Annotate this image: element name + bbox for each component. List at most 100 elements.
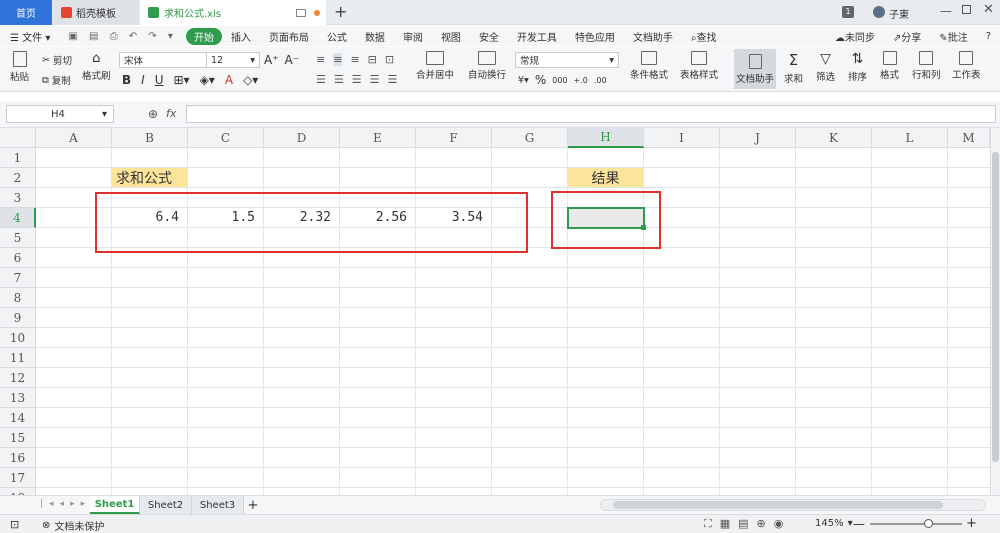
zoom-slider-knob[interactable] — [924, 519, 933, 528]
horizontal-scroll-thumb[interactable] — [613, 501, 943, 509]
orientation-icon[interactable]: ⊟ — [368, 53, 377, 66]
zoom-in-icon[interactable]: + — [966, 516, 977, 531]
menu-doc-assistant[interactable]: 文档助手 — [624, 29, 682, 44]
column-header-i[interactable]: I — [644, 128, 720, 148]
row-header-7[interactable]: 7 — [0, 268, 36, 288]
help-button[interactable]: ? — [977, 31, 1000, 42]
row-header-4[interactable]: 4 — [0, 208, 36, 228]
sheet-tab-3[interactable]: Sheet3 — [192, 496, 244, 514]
formula-input[interactable] — [186, 105, 996, 123]
status-view-icon[interactable]: ⊡ — [10, 518, 19, 531]
paste-button[interactable]: 粘贴 — [10, 51, 29, 83]
menu-developer[interactable]: 开发工具 — [508, 29, 566, 44]
column-header-b[interactable]: B — [112, 128, 188, 148]
font-shrink-icon[interactable]: A⁻ — [285, 53, 300, 67]
cut-button[interactable]: ✂ 剪切 — [42, 53, 72, 68]
tab-file[interactable]: 求和公式.xls — [140, 0, 326, 25]
row-col-button[interactable]: 行和列 — [912, 51, 941, 81]
tab-home[interactable]: 首页 — [0, 0, 52, 25]
row-header-14[interactable]: 14 — [0, 408, 36, 428]
bold-icon[interactable]: B — [122, 73, 131, 87]
format-painter-button[interactable]: ⌂ 格式刷 — [82, 51, 111, 82]
horizontal-scrollbar[interactable] — [600, 499, 986, 511]
column-header-e[interactable]: E — [340, 128, 416, 148]
new-tab-button[interactable]: + — [334, 2, 347, 21]
tab-docer-templates[interactable]: 稻壳模板 — [53, 0, 139, 25]
column-header-d[interactable]: D — [264, 128, 340, 148]
sheet-tab-2[interactable]: Sheet2 — [140, 496, 192, 514]
select-all-corner[interactable] — [0, 128, 36, 148]
copy-button[interactable]: ⧉ 复制 — [42, 73, 71, 88]
row-header-2[interactable]: 2 — [0, 168, 36, 188]
align-top-icon[interactable]: ≡ — [316, 53, 325, 66]
font-color-icon[interactable]: A — [225, 73, 233, 87]
menu-security[interactable]: 安全 — [470, 29, 508, 44]
indent-icon[interactable]: ⊡ — [385, 53, 394, 66]
share-button[interactable]: ⇗分享 — [884, 29, 930, 44]
align-left-icon[interactable]: ☰ — [316, 73, 326, 86]
restore-icon[interactable] — [962, 5, 971, 14]
italic-icon[interactable]: I — [141, 73, 145, 87]
column-header-h[interactable]: H — [568, 128, 644, 148]
format-button[interactable]: 格式 — [880, 51, 899, 81]
decimal-increase-button[interactable]: +.0 — [574, 76, 588, 85]
row-header-8[interactable]: 8 — [0, 288, 36, 308]
merge-center-button[interactable]: 合并居中 — [416, 51, 454, 81]
currency-icon[interactable]: ¥▾ — [518, 75, 529, 86]
column-header-a[interactable]: A — [36, 128, 112, 148]
align-bottom-icon[interactable]: ≡ — [350, 53, 359, 66]
sync-status[interactable]: ☁未同步 — [826, 29, 884, 44]
row-header-6[interactable]: 6 — [0, 248, 36, 268]
percent-button[interactable]: % — [535, 73, 546, 87]
menu-search[interactable]: ⌕查找 — [682, 29, 726, 44]
distribute-icon[interactable]: ☰ — [388, 73, 398, 86]
quick-access-icons[interactable]: ▣ ▤ ⎙ ↶ ↷ ▾ — [59, 31, 186, 42]
menu-home[interactable]: 开始 — [185, 27, 222, 45]
column-header-c[interactable]: C — [188, 128, 264, 148]
zoom-out-icon[interactable]: — — [853, 517, 865, 531]
align-right-icon[interactable]: ☰ — [352, 73, 362, 86]
sum-button[interactable]: Σ 求和 — [784, 51, 803, 85]
comment-button[interactable]: ✎批注 — [930, 29, 976, 44]
fx-button[interactable]: fx — [166, 107, 176, 120]
underline-icon[interactable]: U — [155, 73, 164, 87]
align-middle-icon[interactable]: ≡ — [333, 53, 343, 66]
view-mode-icons[interactable]: ⛶▦▤⊕◉ — [704, 517, 791, 531]
font-grow-icon[interactable]: A⁺ — [264, 53, 279, 67]
font-grow-shrink[interactable]: A⁺ A⁻ — [264, 53, 299, 67]
sheet-tab-1[interactable]: Sheet1 — [90, 496, 140, 514]
font-size-select[interactable]: 12 ▾ — [206, 52, 260, 68]
cell-b2[interactable]: 求和公式 — [112, 168, 188, 188]
column-header-l[interactable]: L — [872, 128, 948, 148]
menu-review[interactable]: 审阅 — [394, 29, 432, 44]
menu-data[interactable]: 数据 — [356, 29, 394, 44]
worksheet-button[interactable]: 工作表 — [952, 51, 981, 81]
row-header-9[interactable]: 9 — [0, 308, 36, 328]
menu-view[interactable]: 视图 — [432, 29, 470, 44]
doc-assistant-button[interactable]: 文档助手 — [734, 49, 776, 89]
thousands-button[interactable]: 000 — [552, 76, 567, 85]
zoom-level[interactable]: 145% ▾ — [815, 518, 853, 529]
row-header-15[interactable]: 15 — [0, 428, 36, 448]
column-header-g[interactable]: G — [492, 128, 568, 148]
border-icon[interactable]: ⊞▾ — [174, 73, 190, 87]
clear-icon[interactable]: ◇▾ — [243, 73, 258, 87]
decimal-decrease-button[interactable]: .00 — [594, 76, 607, 85]
user-name[interactable]: 子東 — [889, 6, 909, 21]
name-box[interactable]: H4 ▾ — [6, 105, 114, 123]
zoom-search-icon[interactable]: ⊕ — [148, 107, 158, 121]
fill-color-icon[interactable]: ◈▾ — [200, 73, 215, 87]
document-protect-status[interactable]: ⊗ 文档未保护 — [42, 518, 104, 533]
wrap-text-button[interactable]: 自动换行 — [468, 51, 506, 81]
column-header-j[interactable]: J — [720, 128, 796, 148]
row-header-3[interactable]: 3 — [0, 188, 36, 208]
sort-button[interactable]: ⇅ 排序 — [848, 51, 867, 83]
row-header-11[interactable]: 11 — [0, 348, 36, 368]
row-header-1[interactable]: 1 — [0, 148, 36, 168]
menu-features[interactable]: 特色应用 — [566, 29, 624, 44]
row-header-18[interactable]: 18 — [0, 488, 36, 495]
close-icon[interactable]: ✕ — [983, 2, 994, 17]
vertical-scrollbar[interactable] — [990, 128, 1000, 495]
menu-page-layout[interactable]: 页面布局 — [260, 29, 318, 44]
row-header-16[interactable]: 16 — [0, 448, 36, 468]
